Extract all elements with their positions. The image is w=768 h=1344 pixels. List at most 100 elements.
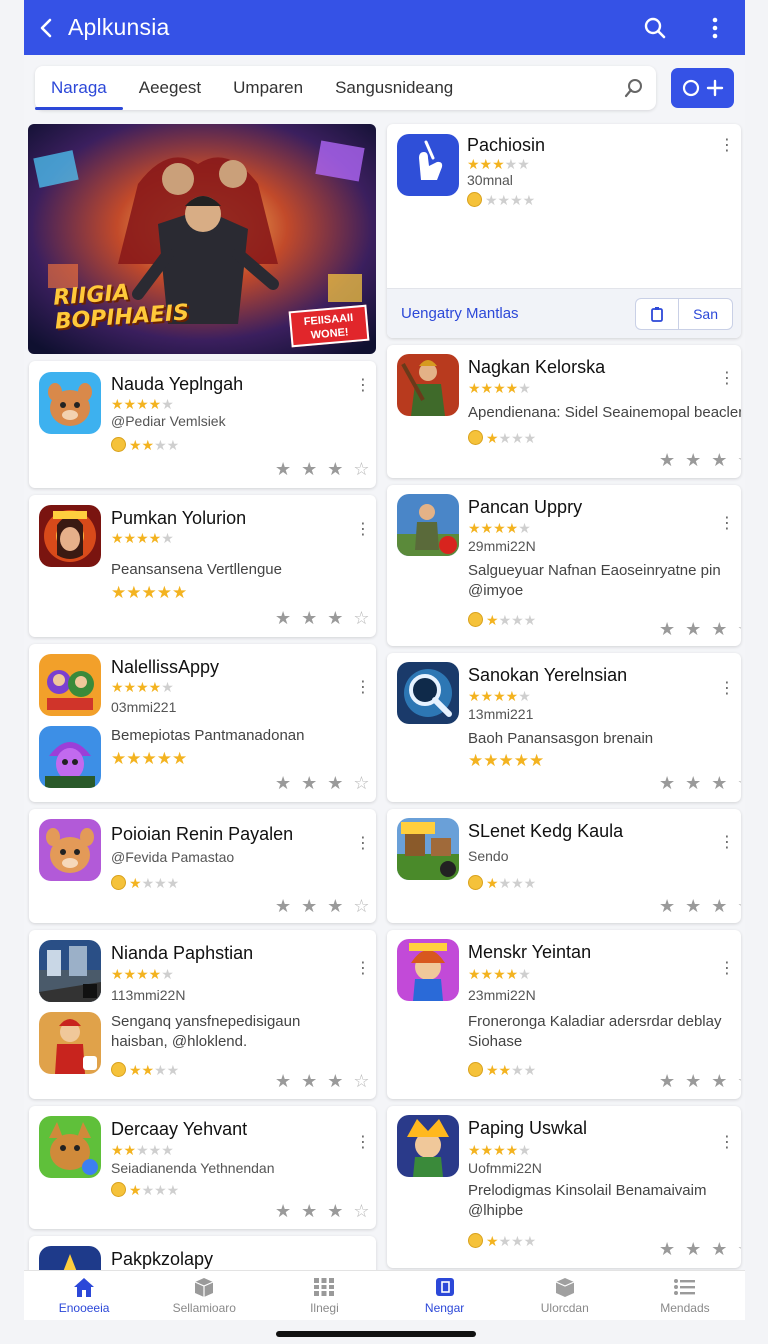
app-description: Salgueyuar Nafnan Eaoseinryatne pin @imy…	[468, 562, 721, 599]
app-card[interactable]: Poioian Renin Payalen @Fevida Pamastao ★…	[29, 809, 376, 923]
star-rating: ★★★★★	[111, 1142, 174, 1158]
more-vertical-icon[interactable]: ⋮	[719, 678, 735, 698]
app-card[interactable]: Pumkan Yolurion ★★★★★ Peansansena Vertll…	[29, 495, 376, 637]
nav-item-package[interactable]: Ulorcdan	[505, 1271, 625, 1320]
row-star-rating[interactable]: ★★★☆	[275, 1072, 370, 1090]
row-star-rating[interactable]: ★★★☆	[275, 897, 370, 915]
tab-umparen[interactable]: Umparen	[217, 66, 319, 110]
more-vertical-icon[interactable]: ⋮	[355, 958, 371, 978]
app-icon	[397, 354, 459, 416]
more-vertical-icon[interactable]: ⋮	[355, 519, 371, 539]
app-card[interactable]: NalellissAppy ★★★★★ 03mmi221 Bemepiotas …	[29, 644, 376, 802]
featured-footer-button[interactable]: San	[678, 298, 732, 329]
mini-rating: ★★★★	[467, 192, 535, 207]
home-indicator[interactable]	[276, 1331, 476, 1337]
app-card[interactable]: Nauda Yeplngah ★★★★★ @Pediar Vemlsiek ★★…	[29, 361, 376, 488]
featured-app-card[interactable]: Pachiosin ★★★★★ 30mnal ★★★★ ⋮ Uengatry M…	[387, 124, 741, 338]
app-subtitle: 113mmi22N	[111, 987, 186, 1003]
tab-aeegest[interactable]: Aeegest	[123, 66, 217, 110]
row-star-rating[interactable]: ★★★☆	[659, 1072, 741, 1090]
row-star-rating[interactable]: ★★★☆	[659, 620, 741, 638]
row-star-rating[interactable]: ★★★☆	[659, 897, 741, 915]
app-icon	[397, 818, 459, 880]
app-description: Prelodigmas Kinsolail Benamaivaim @lhipb…	[468, 1182, 707, 1219]
row-star-rating[interactable]: ★★★☆	[275, 460, 370, 478]
app-card[interactable]: Paping Uswkal ★★★★★ Uofmmi22N Prelodigma…	[387, 1106, 741, 1268]
plus-icon	[706, 79, 723, 97]
tab-bar: Naraga Aeegest Umparen Sangusnideang	[35, 66, 656, 110]
add-button[interactable]	[671, 68, 734, 108]
app-card[interactable]: Nianda Paphstian ★★★★★ 113mmi22N Senganq…	[29, 930, 376, 1099]
app-subtitle: 13mmi221	[468, 706, 534, 722]
app-card[interactable]: Dercaay Yehvant ★★★★★ Seiadianenda Yethn…	[29, 1106, 376, 1229]
app-icon	[39, 1116, 101, 1178]
app-card[interactable]: Sanokan Yerelnsian ★★★★★ 13mmi221 Baoh P…	[387, 653, 741, 802]
nav-item-apps[interactable]: Nengar	[385, 1271, 505, 1320]
more-vertical-icon[interactable]: ⋮	[719, 513, 735, 533]
app-subtitle: 29mmi22N	[468, 538, 536, 554]
banner-badge: FEIISAAII WONE!	[288, 304, 370, 348]
app-icon	[397, 494, 459, 556]
app-description: Froneronga Kaladiar adersrdar deblay Sio…	[468, 1013, 722, 1050]
app-title: Pancan Uppry	[468, 497, 583, 517]
tab-naraga[interactable]: Naraga	[35, 66, 123, 110]
app-title: SLenet Kedg Kaula	[468, 821, 624, 841]
search-icon	[644, 17, 666, 38]
star-rating: ★★★★★	[468, 966, 531, 982]
apps-icon	[435, 1278, 454, 1296]
nav-item-grid[interactable]: Ilnegi	[264, 1271, 384, 1320]
more-vertical-icon[interactable]: ⋮	[719, 1132, 735, 1152]
nav-label: Ulorcdan	[540, 1301, 589, 1315]
app-icon	[39, 819, 101, 881]
app-description: Baoh Panansasgon brenain	[468, 730, 654, 747]
row-star-rating[interactable]: ★★★☆	[275, 1202, 370, 1220]
app-subtitle: @Pediar Vemlsiek	[111, 413, 226, 429]
mini-rating: ★★★★	[468, 1062, 536, 1077]
nav-item-box[interactable]: Sellamioaro	[144, 1271, 264, 1320]
more-vertical-icon[interactable]: ⋮	[719, 135, 735, 155]
more-vertical-icon[interactable]: ⋮	[719, 958, 735, 978]
row-star-rating[interactable]: ★★★☆	[659, 774, 741, 792]
clipboard-button[interactable]	[636, 299, 678, 329]
featured-banner[interactable]: RIIGIA BOPIHAEIS FEIISAAII WONE!	[28, 124, 376, 354]
nav-label: Sellamioaro	[172, 1301, 236, 1315]
nav-item-list[interactable]: Mendads	[625, 1271, 745, 1320]
more-vertical-icon[interactable]: ⋮	[355, 833, 371, 853]
app-icon	[397, 134, 459, 196]
more-vertical-icon[interactable]: ⋮	[719, 368, 735, 388]
app-title: Pumkan Yolurion	[111, 508, 247, 528]
more-vertical-icon[interactable]: ⋮	[719, 832, 735, 852]
app-subtitle: Uofmmi22N	[468, 1160, 542, 1176]
row-star-rating[interactable]: ★★★☆	[659, 1240, 741, 1258]
star-rating: ★★★★★	[468, 688, 531, 704]
star-rating: ★★★★★	[111, 966, 174, 982]
mini-rating: ★★★★	[468, 612, 536, 627]
star-rating: ★★★★★	[468, 520, 531, 536]
app-card[interactable]: SLenet Kedg Kaula Sendo ★★★★ ⋮ ★★★☆	[387, 809, 741, 923]
description-star-rating: ★★★★★	[111, 749, 188, 768]
row-star-rating[interactable]: ★★★☆	[659, 451, 741, 469]
overflow-menu-button[interactable]	[685, 0, 745, 55]
nav-item-home[interactable]: Enooeeia	[24, 1271, 144, 1320]
app-icon	[397, 662, 459, 724]
app-icon	[39, 505, 101, 567]
back-button[interactable]	[24, 0, 68, 55]
app-card[interactable]: Nagkan Kelorska ★★★★★ Apendienana: Sidel…	[387, 345, 741, 478]
tab-sangusnideang[interactable]: Sangusnideang	[319, 66, 469, 110]
search-icon	[624, 79, 642, 98]
search-button[interactable]	[625, 0, 685, 55]
row-star-rating[interactable]: ★★★☆	[275, 774, 370, 792]
tab-search-button[interactable]	[612, 66, 656, 110]
app-icon	[39, 372, 101, 434]
grid-icon	[314, 1278, 335, 1296]
app-title: NalellissAppy	[111, 657, 220, 677]
more-vertical-icon[interactable]: ⋮	[355, 1132, 371, 1152]
more-vertical-icon[interactable]: ⋮	[355, 375, 371, 395]
app-frame: Aplkunsia Naraga Aeegest Umparen Sangusn…	[24, 0, 745, 1320]
app-card[interactable]: Pancan Uppry ★★★★★ 29mmi22N Salgueyuar N…	[387, 485, 741, 646]
more-vertical-icon[interactable]: ⋮	[355, 677, 371, 697]
mini-rating: ★★★★	[468, 875, 536, 890]
nav-label: Mendads	[660, 1301, 710, 1315]
row-star-rating[interactable]: ★★★☆	[275, 609, 370, 627]
app-card[interactable]: Menskr Yeintan ★★★★★ 23mmi22N Froneronga…	[387, 930, 741, 1099]
